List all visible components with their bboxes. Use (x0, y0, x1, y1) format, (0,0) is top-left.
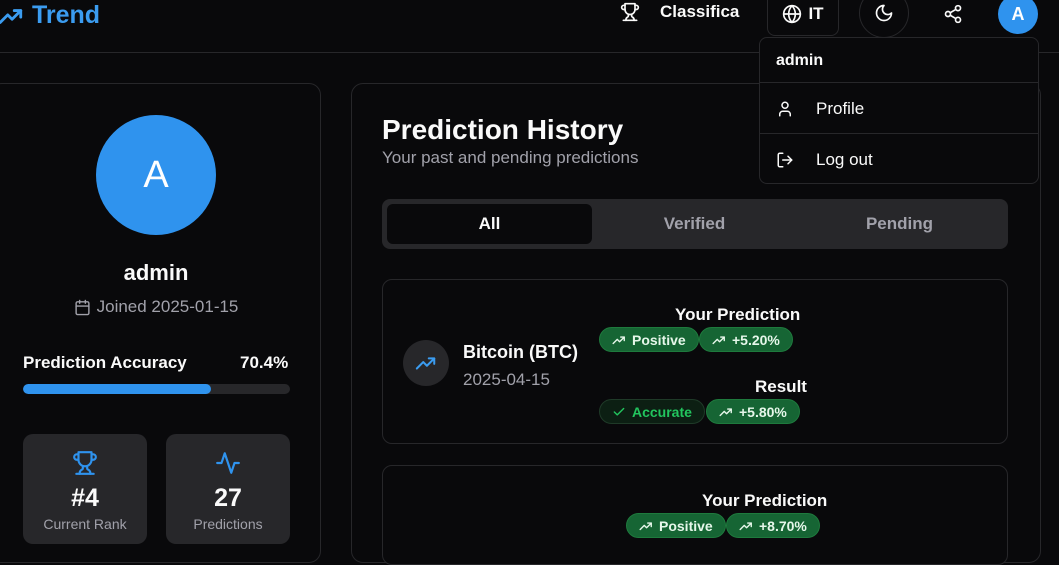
leaderboard-link[interactable]: Classifica (620, 2, 739, 22)
logout-icon (777, 152, 793, 168)
user-dropdown-menu: admin Profile Log out (759, 37, 1039, 184)
prediction-item[interactable]: Your Prediction Positive +8.70% (382, 465, 1008, 565)
trending-up-icon (712, 335, 725, 344)
prediction-date: 2025-04-15 (463, 370, 550, 389)
accuracy-label: Prediction Accuracy (23, 353, 187, 372)
prediction-change-badge: +8.70% (726, 513, 820, 538)
badge-text: +5.80% (739, 403, 787, 420)
calendar-icon (75, 299, 90, 315)
theme-toggle-button[interactable] (859, 0, 909, 38)
globe-icon (783, 4, 802, 24)
stat-value: 27 (214, 484, 242, 512)
brand-logo[interactable]: Trend (0, 1, 100, 30)
page-title: Prediction History (382, 114, 624, 145)
menu-item-label: Profile (816, 99, 865, 118)
badge-text: Accurate (632, 403, 692, 420)
activity-icon (216, 452, 240, 474)
badge-text: +8.70% (759, 517, 807, 534)
trophy-icon (620, 2, 640, 22)
moon-icon (875, 4, 893, 22)
leaderboard-label: Classifica (660, 2, 740, 21)
menu-username: admin (776, 52, 824, 69)
profile-username: admin (123, 260, 189, 285)
your-prediction-label: Your Prediction (702, 491, 828, 510)
profile-avatar: A (96, 115, 216, 235)
brand-name: Trend (32, 1, 101, 29)
accuracy-progress-fill (23, 384, 211, 394)
joined-date: Joined 2025-01-15 (0, 297, 312, 317)
tab-verified[interactable]: Verified (592, 204, 797, 244)
trending-up-icon (719, 407, 732, 416)
stat-label: Predictions (193, 516, 263, 532)
filter-tabs: All Verified Pending (382, 199, 1008, 249)
prediction-direction-badge: Positive (599, 327, 699, 352)
badge-text: +5.20% (732, 331, 780, 348)
trending-up-icon (612, 335, 625, 344)
prediction-change-badge: +5.20% (699, 327, 793, 352)
stat-value: #4 (71, 484, 99, 512)
prediction-direction-badge: Positive (626, 513, 726, 538)
joined-text: Joined 2025-01-15 (96, 297, 239, 316)
share-icon (944, 4, 962, 24)
menu-divider (760, 133, 1038, 134)
check-icon (613, 407, 625, 416)
tab-all[interactable]: All (387, 204, 592, 244)
coin-name: Bitcoin (BTC) (463, 342, 578, 362)
coin-icon (403, 340, 449, 386)
tab-pending[interactable]: Pending (797, 204, 1002, 244)
your-prediction-label: Your Prediction (675, 305, 801, 324)
menu-item-logout[interactable]: Log out (760, 138, 1038, 182)
language-button[interactable]: IT (767, 0, 839, 36)
badge-text: Positive (659, 517, 713, 534)
user-icon (779, 101, 791, 117)
share-button[interactable] (933, 0, 973, 34)
result-status-badge: Accurate (599, 399, 705, 424)
menu-item-label: Log out (816, 150, 873, 169)
trophy-icon (73, 451, 97, 475)
prediction-item[interactable]: Bitcoin (BTC) 2025-04-15 Your Prediction… (382, 279, 1008, 444)
menu-item-profile[interactable]: Profile (760, 87, 1038, 131)
trending-up-icon (0, 8, 23, 24)
user-avatar-button[interactable]: A (998, 0, 1038, 34)
stat-label: Current Rank (43, 516, 127, 532)
page-subtitle: Your past and pending predictions (382, 148, 639, 167)
accuracy-progress-bar (23, 384, 290, 394)
menu-divider (760, 82, 1038, 83)
result-change-badge: +5.80% (706, 399, 800, 424)
trending-up-icon (639, 521, 652, 530)
accuracy-value: 70.4% (240, 353, 289, 372)
trending-up-icon (415, 357, 436, 370)
result-label: Result (755, 377, 807, 396)
trending-up-icon (739, 521, 752, 530)
badge-text: Positive (632, 331, 686, 348)
language-label: IT (808, 4, 824, 23)
